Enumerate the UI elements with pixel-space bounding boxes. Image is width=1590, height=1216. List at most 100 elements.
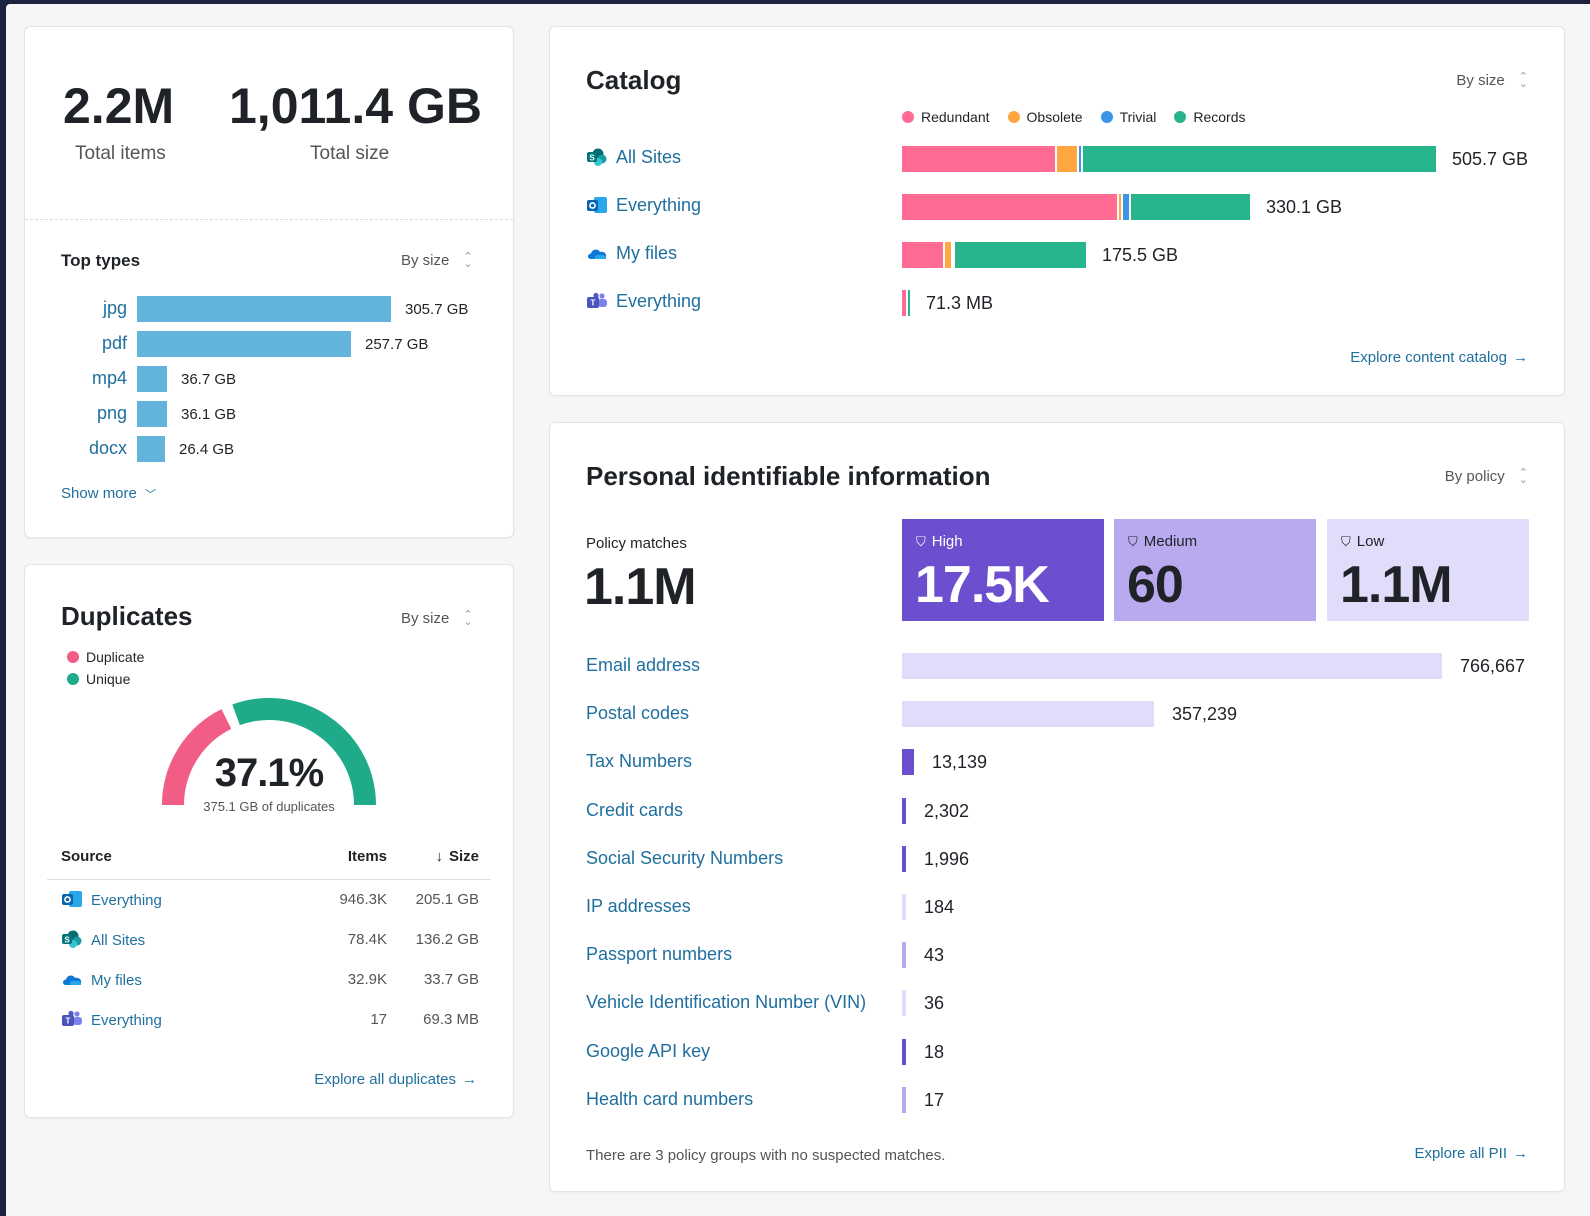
top-type-bar: [137, 331, 351, 357]
pii-level-value: 60: [1127, 556, 1184, 614]
catalog-row[interactable]: T Everything 71.3 MB: [550, 281, 1564, 329]
pii-level-medium[interactable]: ⛉ Medium 60: [1114, 519, 1316, 621]
duplicates-percent: 37.1%: [214, 751, 324, 795]
legend-item-records: Records: [1174, 109, 1246, 125]
legend-item-redundant: Redundant: [902, 109, 990, 125]
catalog-sort[interactable]: By size ⌃ ⌄: [1456, 72, 1528, 90]
pii-row[interactable]: Credit cards 2,302: [550, 790, 1564, 834]
table-row[interactable]: S All Sites 78.4K 136.2 GB: [47, 920, 491, 960]
catalog-source: My files: [586, 243, 677, 264]
arrow-right-icon: →: [1513, 349, 1528, 366]
pii-bar: [902, 653, 1442, 679]
total-items-label: Total items: [75, 143, 166, 164]
legend-item-unique: Unique: [67, 671, 144, 693]
pii-type-label: Passport numbers: [586, 944, 733, 964]
column-header-source[interactable]: Source: [61, 848, 112, 865]
pii-row[interactable]: Tax Numbers 13,139: [550, 741, 1564, 785]
table-row[interactable]: Everything 946.3K 205.1 GB: [47, 880, 491, 920]
pii-count: 36: [924, 993, 945, 1013]
svg-text:S: S: [64, 936, 70, 945]
pii-card: Personal identifiable information By pol…: [549, 422, 1565, 1192]
explore-catalog-link[interactable]: Explore content catalog →: [1350, 349, 1528, 366]
size-cell: 69.3 MB: [423, 1011, 479, 1028]
pii-row[interactable]: Postal codes 357,239: [550, 693, 1564, 737]
top-type-row[interactable]: mp4 36.7 GB: [25, 362, 513, 397]
sort-label: By size: [401, 610, 450, 627]
catalog-row[interactable]: My files 175.5 GB: [550, 233, 1564, 281]
top-types-title: Top types: [61, 251, 141, 270]
top-type-label: pdf: [101, 333, 127, 353]
legend-label: Unique: [86, 671, 131, 687]
column-header-items[interactable]: Items: [348, 848, 387, 865]
source-cell: My files: [61, 970, 142, 989]
source-cell: T Everything: [61, 1010, 162, 1029]
pii-count: 13,139: [932, 752, 988, 772]
pii-type-label: Email address: [586, 655, 701, 675]
catalog-bar: [902, 194, 1252, 220]
size-cell: 136.2 GB: [415, 931, 479, 948]
pii-level-high[interactable]: ⛉ High 17.5K: [902, 519, 1104, 621]
total-items-value: 2.2M: [63, 78, 175, 134]
catalog-row[interactable]: Everything 330.1 GB: [550, 185, 1564, 233]
show-more-link[interactable]: Show more ﹀: [61, 485, 156, 502]
catalog-segment-redundant: [902, 146, 1058, 172]
pii-row[interactable]: Health card numbers 17: [550, 1079, 1564, 1123]
explore-pii-link[interactable]: Explore all PII →: [1414, 1145, 1528, 1162]
pii-bar: [902, 749, 914, 775]
source-cell: Everything: [61, 890, 162, 909]
sort-chevrons-icon: ⌃ ⌄: [1518, 467, 1528, 487]
pii-type-label: Tax Numbers: [586, 751, 693, 771]
top-type-label: docx: [88, 438, 127, 458]
top-type-row[interactable]: jpg 305.7 GB: [25, 292, 513, 327]
catalog-row[interactable]: S All Sites 505.7 GB: [550, 137, 1564, 185]
catalog-value: 175.5 GB: [1102, 245, 1179, 265]
top-type-value: 36.1 GB: [181, 406, 237, 423]
source-cell: S All Sites: [61, 930, 145, 949]
source-label: My files: [91, 972, 142, 989]
legend-dot: [67, 673, 79, 685]
pii-bar: [902, 942, 906, 968]
pii-type-label: Health card numbers: [586, 1089, 754, 1109]
top-type-row[interactable]: png 36.1 GB: [25, 397, 513, 432]
pii-level-value: 1.1M: [1340, 556, 1453, 614]
items-cell: 32.9K: [347, 971, 387, 988]
outlook-icon: [586, 196, 608, 214]
onedrive-icon: [61, 970, 83, 988]
top-type-row[interactable]: pdf 257.7 GB: [25, 327, 513, 362]
pii-level-low[interactable]: ⛉ Low 1.1M: [1327, 519, 1529, 621]
pii-bar: [902, 894, 906, 920]
pii-row[interactable]: Google API key 18: [550, 1031, 1564, 1075]
top-types-sort[interactable]: By size ⌃ ⌄: [401, 252, 473, 270]
sharepoint-icon: S: [61, 930, 83, 948]
sharepoint-icon: S: [586, 148, 608, 166]
catalog-segment-records: [1131, 194, 1252, 220]
pii-row[interactable]: IP addresses 184: [550, 886, 1564, 930]
catalog-value: 330.1 GB: [1266, 197, 1343, 217]
pii-count: 766,667: [1460, 656, 1526, 676]
catalog-source-label: All Sites: [616, 147, 682, 167]
sort-label: By policy: [1444, 468, 1505, 485]
explore-duplicates-link[interactable]: Explore all duplicates →: [314, 1071, 477, 1088]
top-types-list: jpg 305.7 GB pdf 257.7 GB mp4 36.7 GB png 36.1 …: [25, 292, 513, 472]
top-type-row[interactable]: docx 26.4 GB: [25, 432, 513, 467]
catalog-card: Catalog By size ⌃ ⌄ Redundant Obsolete Trivi…: [549, 26, 1565, 396]
table-row[interactable]: My files 32.9K 33.7 GB: [47, 960, 491, 1000]
pii-sort[interactable]: By policy ⌃ ⌄: [1444, 467, 1528, 487]
catalog-rows: S All Sites 505.7 GB Everything 330.1 GB My f…: [550, 137, 1564, 337]
table-row[interactable]: T Everything 17 69.3 MB: [47, 1000, 491, 1040]
top-type-value: 36.7 GB: [181, 371, 237, 388]
pii-row[interactable]: Vehicle Identification Number (VIN) 36: [550, 982, 1564, 1026]
catalog-value: 505.7 GB: [1452, 149, 1529, 169]
pii-row[interactable]: Passport numbers 43: [550, 934, 1564, 978]
pii-row[interactable]: Email address 766,667: [550, 645, 1564, 689]
catalog-bar: [902, 146, 1438, 172]
top-type-bar: [137, 296, 391, 322]
items-cell: 78.4K: [347, 931, 387, 948]
size-cell: 205.1 GB: [415, 891, 479, 908]
pii-row[interactable]: Social Security Numbers 1,996: [550, 838, 1564, 882]
sort-chevrons-icon: ⌃ ⌄: [463, 609, 473, 629]
duplicates-sort[interactable]: By size ⌃ ⌄: [401, 609, 473, 629]
pii-type-label: Social Security Numbers: [586, 848, 784, 868]
pii-type-label: Google API key: [586, 1041, 711, 1061]
column-header-size[interactable]: ↓ Size: [435, 848, 479, 865]
